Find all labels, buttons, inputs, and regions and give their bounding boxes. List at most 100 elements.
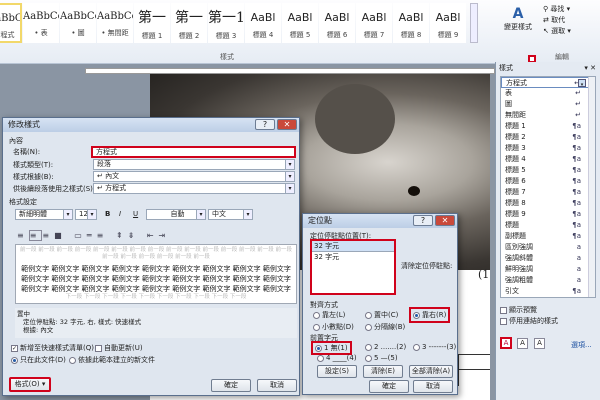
leader-4-radio[interactable]: 4 ____(4) (317, 354, 357, 362)
new-docs-radio[interactable]: 依據此範本建立的新文件 (69, 355, 155, 365)
style-name: 圖 (505, 100, 512, 108)
styles-list-item[interactable]: 標題 4 ¶a (501, 154, 595, 165)
italic-button[interactable]: I (119, 210, 121, 218)
styles-list-item[interactable]: 標題 9 ¶a (501, 209, 595, 220)
tab-position-box[interactable]: 32 字元 32 字元 (310, 239, 396, 295)
style-name: 標題 (505, 221, 519, 229)
style-gallery-item[interactable]: AaBbCcI • 無間距 (97, 3, 133, 43)
styles-list-item[interactable]: 標題 ¶a (501, 220, 595, 231)
styles-list-item[interactable]: 標題 1 ¶a (501, 121, 595, 132)
size-select[interactable]: 12 ▾ (75, 209, 97, 220)
align-left-radio[interactable]: 靠左(L) (313, 310, 345, 320)
replace-button[interactable]: ⇄ 取代 (543, 15, 571, 26)
styles-list-item[interactable]: 標題 8 ¶a (501, 198, 595, 209)
cancel-button[interactable]: 取消 (257, 379, 297, 392)
styles-list-item[interactable]: 標題 2 ¶a (501, 132, 595, 143)
chevron-down-icon[interactable]: ▾ (578, 79, 586, 88)
styles-list-item[interactable]: 無間距 ↵ (501, 110, 595, 121)
next-style-select[interactable]: ↵ 方程式 ▾ (93, 183, 295, 194)
styles-list-item[interactable]: 標題 7 ¶a (501, 187, 595, 198)
options-link[interactable]: 選項... (571, 340, 592, 350)
styles-list-item[interactable]: 強調粗體 a (501, 275, 595, 286)
style-gallery-item[interactable]: AaBl 標題 7 (356, 3, 392, 43)
styles-list-item[interactable]: 方程式↵▾ (501, 77, 595, 88)
style-gallery-item[interactable]: AaBl 標題 8 (393, 3, 429, 43)
script-select[interactable]: 中文 ▾ (208, 209, 253, 220)
manage-styles-button[interactable]: A (534, 338, 545, 349)
based-on-select[interactable]: ↵ 內文 ▾ (93, 171, 295, 182)
change-styles-icon: A (512, 6, 524, 22)
new-style-button[interactable]: A (500, 337, 512, 349)
show-preview-checkbox[interactable]: 顯示預覽 (500, 305, 537, 315)
name-input[interactable]: 方程式 (91, 146, 296, 158)
style-sample: 第一 (175, 10, 203, 26)
clear-all-button[interactable]: 全部清除(A) (409, 365, 453, 378)
styles-list-item[interactable]: 強調斜體 a (501, 253, 595, 264)
style-type-select[interactable]: 段落 ▾ (93, 159, 295, 170)
style-gallery-item[interactable]: 第一 標題 1 (134, 3, 170, 43)
align-decimal-radio[interactable]: 小數點(D) (313, 322, 354, 332)
style-gallery-item[interactable]: 第一1 標題 3 (208, 3, 244, 43)
align-center-radio[interactable]: 置中(C) (365, 310, 398, 320)
styles-list-item[interactable]: 標題 6 ¶a (501, 176, 595, 187)
leader-3-radio[interactable]: 3 -------(3) (413, 343, 456, 351)
style-gallery-item[interactable]: AaBl 標題 5 (282, 3, 318, 43)
preview-next-paragraph: 下一段 下一段 下一段 下一段 下一段 下一段 下一段 下一段 下一段 下一段 (65, 294, 247, 300)
only-this-doc-radio[interactable]: 只在此文件(D) (11, 355, 66, 365)
formatting-heading: 格式設定 (9, 198, 37, 206)
style-gallery-item[interactable]: AaBbCcI • 圖 (60, 3, 96, 43)
style-gallery-item[interactable]: AaBbCcI 方程式 (0, 3, 22, 43)
styles-list-item[interactable]: 表 ↵ (501, 88, 595, 99)
leader-1-radio[interactable]: 1 無(1) (311, 341, 352, 355)
select-button[interactable]: ↖ 選取 ▾ (543, 26, 571, 37)
format-button[interactable]: 格式(O) ▾ (9, 377, 51, 392)
tab-stop-list-item[interactable]: 32 字元 (312, 251, 394, 262)
style-gallery-item[interactable]: 第一 標題 2 (171, 3, 207, 43)
color-select[interactable]: 自動 ▾ (146, 209, 206, 220)
disable-linked-checkbox[interactable]: 停用連結的樣式 (500, 316, 558, 326)
style-gallery-item[interactable]: AaBl 標題 9 (430, 3, 466, 43)
based-on-label: 樣式根據(B): (13, 173, 54, 181)
new-style-icon: A (503, 339, 509, 347)
find-button[interactable]: ⚲ 尋找 ▾ (543, 4, 571, 15)
help-button[interactable]: ? (413, 215, 433, 226)
clear-button[interactable]: 清除(E) (363, 365, 403, 378)
help-button[interactable]: ? (255, 119, 275, 130)
underline-button[interactable]: U (133, 210, 138, 218)
align-bar-radio[interactable]: 分隔線(B) (365, 322, 405, 332)
set-button[interactable]: 設定(S) (317, 365, 357, 378)
bold-button[interactable]: B (105, 210, 110, 218)
tab-position-input[interactable]: 32 字元 (312, 241, 394, 251)
styles-scrollbar[interactable] (588, 77, 595, 297)
gallery-scroll[interactable] (470, 3, 478, 43)
styles-list-item[interactable]: 引文 ¶a (501, 286, 595, 297)
modify-style-dialog: 修改樣式 ? ✕ 內容 名稱(N): 方程式 樣式類型(T): 段落 ▾ 樣式根據… (2, 117, 300, 396)
close-button[interactable]: ✕ (277, 119, 297, 130)
style-inspector-button[interactable]: A (517, 338, 528, 349)
auto-update-checkbox[interactable]: 自動更新(U) (95, 343, 143, 353)
styles-list-item[interactable]: 鮮明強調 a (501, 264, 595, 275)
leader-2-radio[interactable]: 2 .......(2) (365, 343, 406, 351)
style-gallery-item[interactable]: AaBl 標題 6 (319, 3, 355, 43)
styles-list-item[interactable]: 副標題 ¶a (501, 231, 595, 242)
font-select[interactable]: 新細明體 ▾ (15, 209, 73, 220)
align-right-radio[interactable]: 靠右(R) (409, 307, 451, 323)
leader-5-radio[interactable]: 5 —(5) (365, 354, 398, 362)
style-gallery-item[interactable]: AaBl 標題 4 (245, 3, 281, 43)
close-icon[interactable]: ▾ ✕ (584, 62, 596, 74)
styles-list-item[interactable]: 區別強調 a (501, 242, 595, 253)
styles-list-item[interactable]: 圖 ↵ (501, 99, 595, 110)
style-gallery-item[interactable]: AaBbCcI • 表 (23, 3, 59, 43)
cancel-button[interactable]: 取消 (413, 380, 453, 393)
ok-button[interactable]: 確定 (211, 379, 251, 392)
styles-list-item[interactable]: 標題 5 ¶a (501, 165, 595, 176)
preview-sample-text: 範例文字 範例文字 範例文字 範例文字 範例文字 範例文字 範例文字 範例文字 … (21, 265, 291, 293)
paragraph-toolbar[interactable]: ≡≡≡■ ▭═≡ ⇞⇟ ⇤⇥ (17, 230, 170, 241)
add-quick-style-checkbox[interactable]: ✓ 新增至快速樣式清單(Q) (11, 343, 94, 353)
change-styles-button[interactable]: A 變更樣式 (503, 6, 533, 32)
style-name: 標題 4 (505, 155, 526, 163)
ok-button[interactable]: 確定 (369, 380, 409, 393)
style-type-icon: ¶a (572, 166, 581, 174)
styles-list-item[interactable]: 標題 3 ¶a (501, 143, 595, 154)
close-button[interactable]: ✕ (435, 215, 455, 226)
